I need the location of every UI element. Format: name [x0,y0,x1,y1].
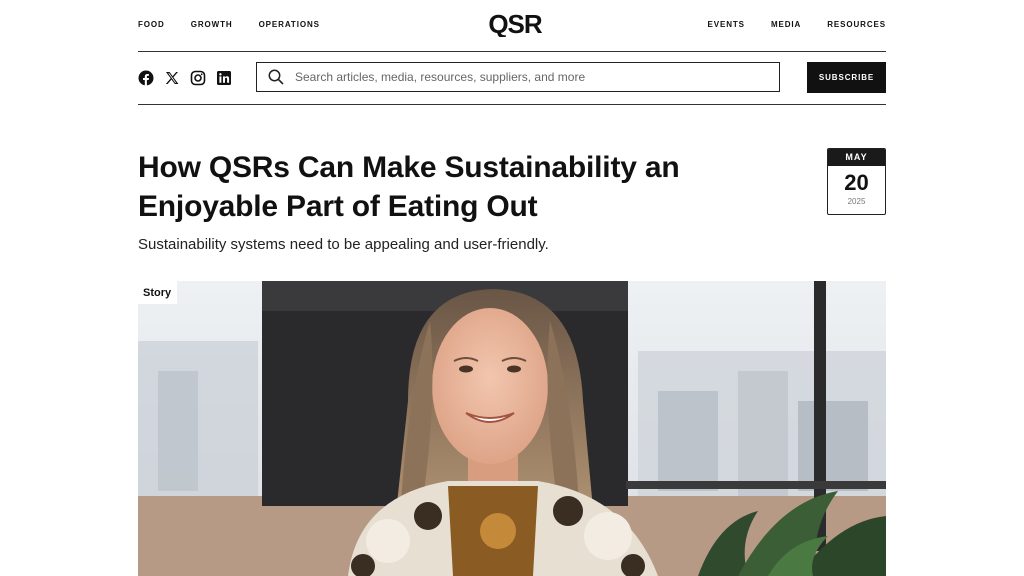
logo-text: QSR [488,11,543,37]
instagram-icon[interactable] [190,70,206,86]
top-nav: FOOD GROWTH OPERATIONS QSR EVENTS MEDIA … [138,0,886,52]
x-icon[interactable] [164,70,180,86]
linkedin-icon[interactable] [216,70,232,86]
hero-image: Story [138,281,886,576]
nav-right: EVENTS MEDIA RESOURCES [708,20,886,29]
story-tag[interactable]: Story [138,281,178,304]
facebook-icon[interactable] [138,70,154,86]
qsr-logo[interactable]: QSR [472,11,558,37]
article-title: How QSRs Can Make Sustainability an Enjo… [138,151,680,223]
search-box[interactable] [256,62,780,92]
nav-food[interactable]: FOOD [138,20,165,29]
search-icon [268,69,284,85]
nav-operations[interactable]: OPERATIONS [259,20,320,29]
date-year: 2025 [847,197,866,206]
nav-events[interactable]: EVENTS [708,20,745,29]
date-day: 20 [844,170,869,195]
search-input[interactable] [293,69,779,85]
article-subtitle: Sustainability systems need to be appeal… [138,236,549,253]
nav-left: FOOD GROWTH OPERATIONS [138,20,320,29]
nav-resources[interactable]: RESOURCES [827,20,886,29]
social-links [138,70,232,86]
subscribe-button[interactable]: SUBSCRIBE [807,62,886,93]
nav-media[interactable]: MEDIA [771,20,801,29]
date-badge: MAY 20 2025 [827,148,886,215]
nav-growth[interactable]: GROWTH [191,20,233,29]
hero-photo [138,281,886,576]
utility-bar: SUBSCRIBE [138,52,886,105]
date-month: MAY [828,149,885,166]
